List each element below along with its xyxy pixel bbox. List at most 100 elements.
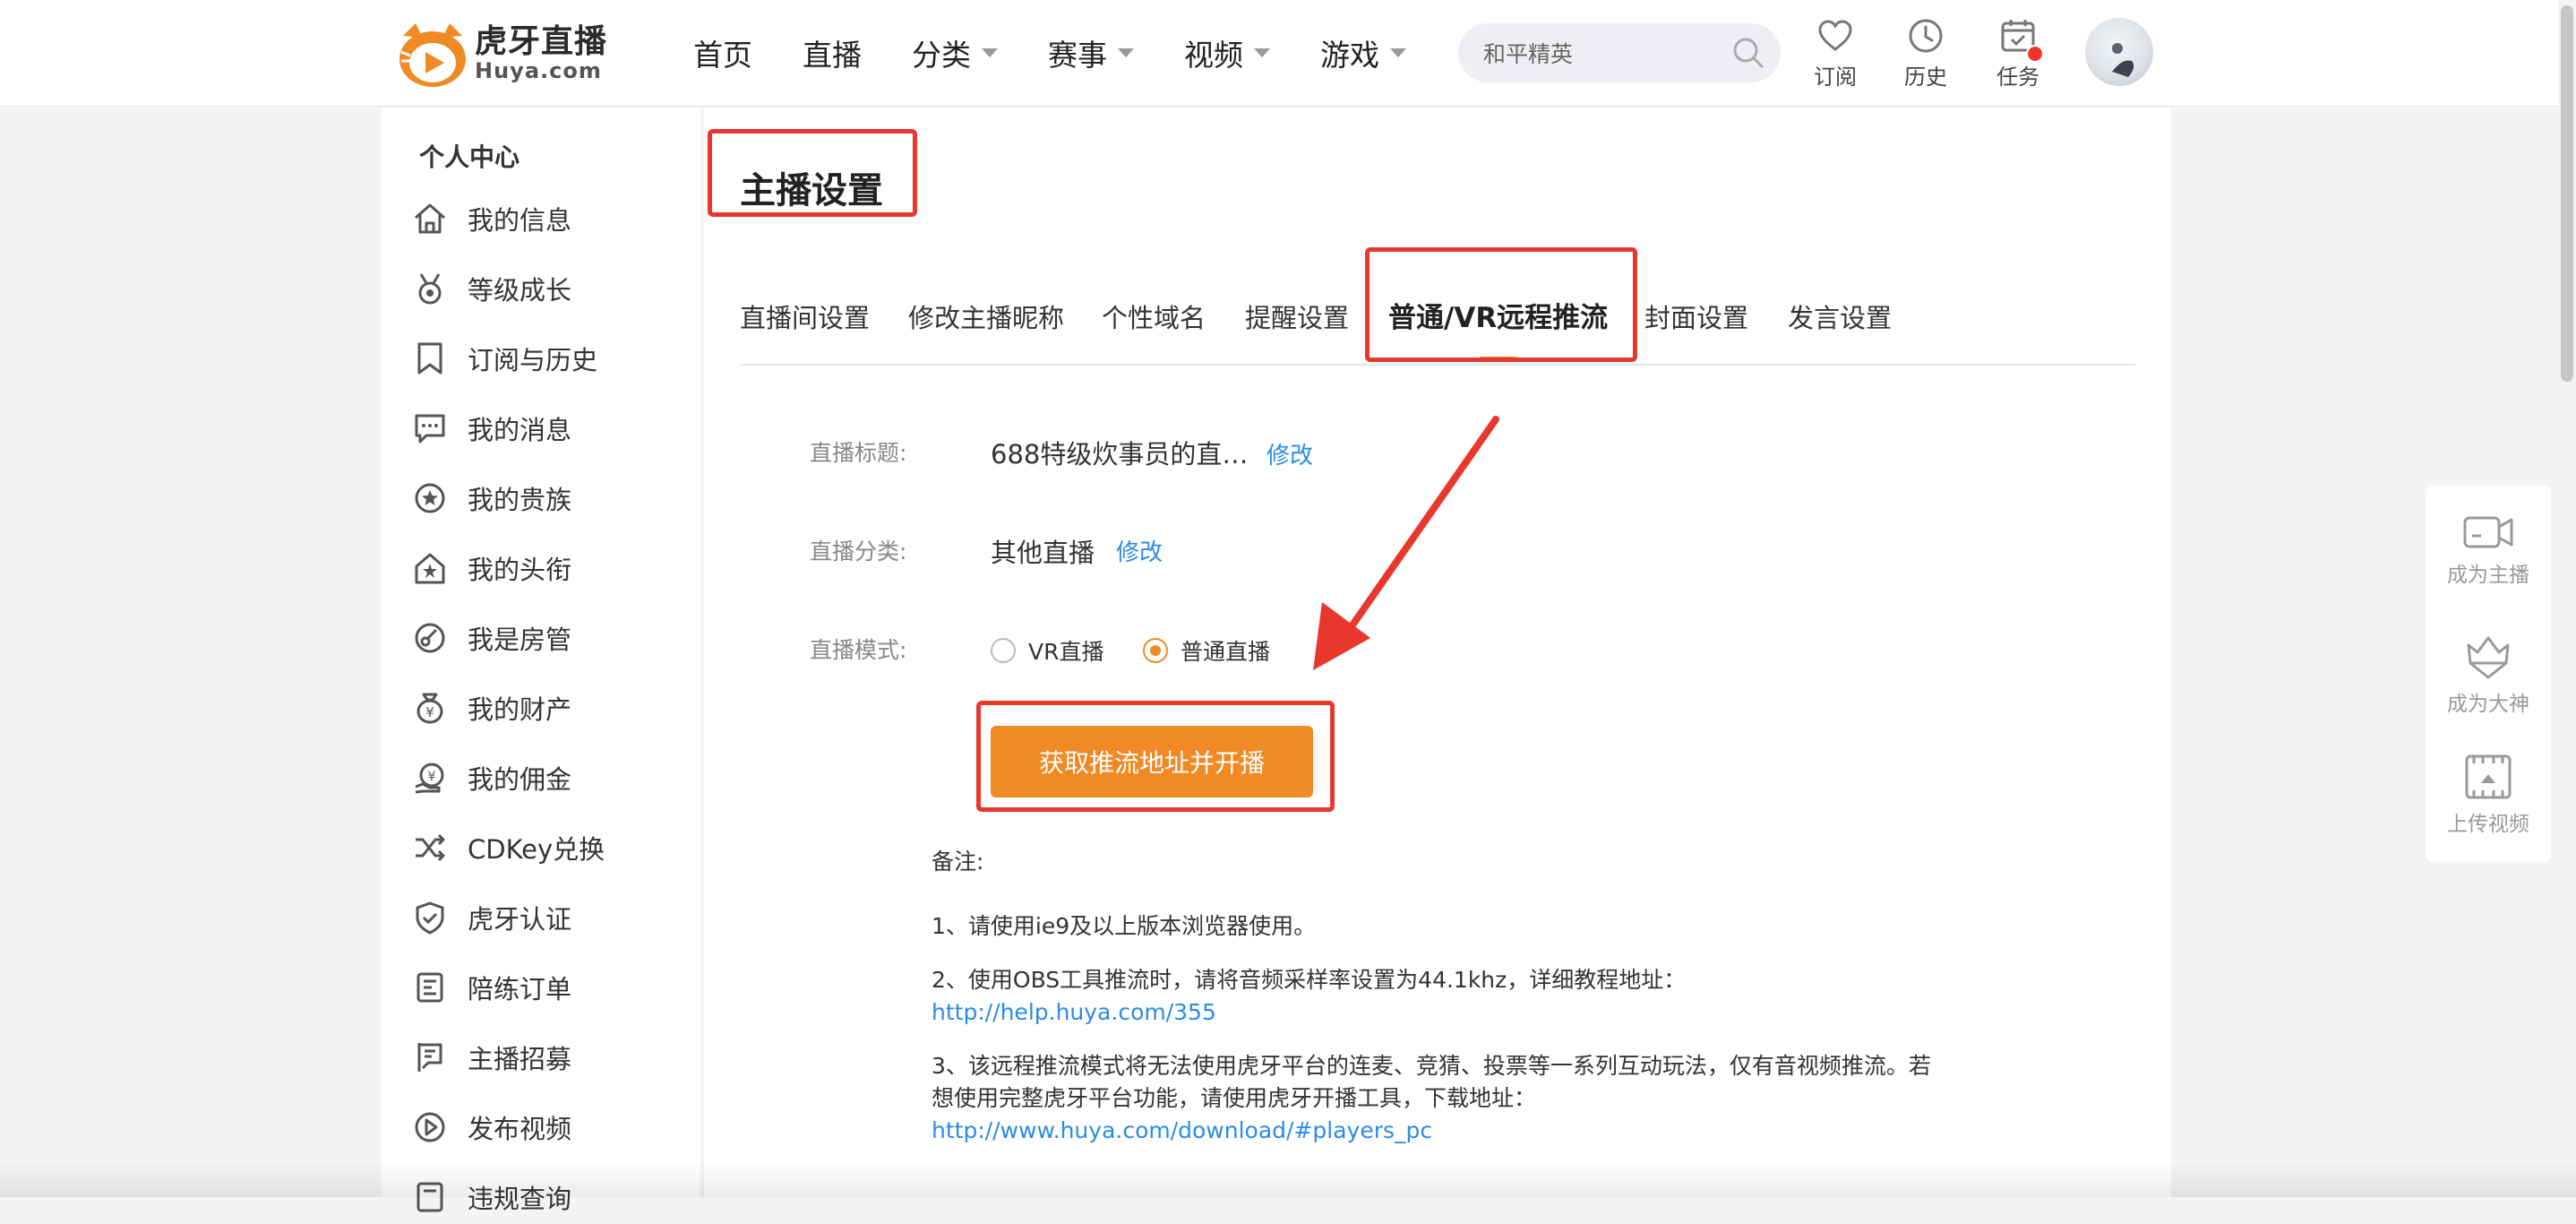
sidebar-item-messages[interactable]: 我的消息 [412,401,571,455]
sidebar-item-label: 我是房管 [468,625,572,655]
notes-heading: 备注: [932,849,984,875]
sidebar-item-assets[interactable]: ¥ 我的财产 [412,681,571,735]
upload-video-button[interactable]: 上传视频 [2426,753,2551,837]
tab-cover-settings[interactable]: 封面设置 [1644,283,1748,364]
upload-video-icon [2465,754,2512,799]
personal-center-sidebar: 个人中心 我的信息 等级成长 订阅与历史 我的消息 我的贵族 我的头衔 我是房管… [382,108,700,1214]
heart-icon [1818,20,1852,51]
radio-label: 普通直播 [1181,639,1271,665]
radio-normal-stream[interactable]: 普通直播 [1143,634,1270,667]
bookmark-icon [417,342,442,375]
nav-category[interactable]: 分类 [912,31,998,74]
tasks-label: 任务 [1996,65,2039,90]
main-content: 主播设置 直播间设置 修改主播昵称 个性域名 提醒设置 普通/VR远程推流 封面… [704,108,2171,1197]
radio-circle-checked [1143,638,1168,663]
history-button[interactable]: 历史 [1894,16,1957,91]
tiger-mascot-icon [396,20,469,88]
page-scrollbar[interactable] [2558,0,2576,1197]
stream-title-value: 688特级炊事员的直… [991,439,1249,470]
order-icon [416,972,443,1003]
sidebar-item-label: 我的贵族 [468,485,572,515]
sidebar-item-nobility[interactable]: 我的贵族 [412,471,571,525]
tab-label: 普通/VR远程推流 [1388,302,1609,334]
sidebar-title: 个人中心 [419,142,520,172]
sidebar-item-subscription-history[interactable]: 订阅与历史 [412,332,597,385]
sidebar-item-label: 发布视频 [468,1114,572,1144]
sidebar-item-violation-query[interactable]: 违规查询 [412,1170,571,1224]
search-input[interactable] [1481,23,1718,84]
tasks-button[interactable]: 任务 [1987,16,2049,91]
tab-remote-stream[interactable]: 普通/VR远程推流 [1388,283,1608,364]
nav-home-label: 首页 [693,38,752,73]
floating-action-panel: 成为主播 成为大神 上传视频 [2426,486,2551,862]
sidebar-item-label: 我的头衔 [468,555,572,585]
tab-label: 封面设置 [1644,303,1749,333]
clock-icon [1909,19,1943,53]
sidebar-item-title[interactable]: 我的头衔 [412,541,571,595]
money-bag-icon: ¥ [416,693,443,724]
sidebar-item-commission[interactable]: ¥ 我的佣金 [412,751,571,805]
note-line-3: 3、该远程推流模式将无法使用虎牙平台的连麦、竞猜、投票等一系列互动玩法，仅有音视… [932,1050,1953,1147]
search-icon[interactable] [1730,35,1766,71]
sidebar-item-streamer-recruit[interactable]: 主播招募 [412,1030,571,1084]
become-master-button[interactable]: 成为大神 [2426,631,2551,717]
sidebar-item-label: 我的财产 [468,694,572,725]
shield-check-icon [416,901,444,935]
scrollbar-thumb[interactable] [2561,5,2573,382]
logo-name-en: Huya.com [475,58,602,83]
tab-edit-nickname[interactable]: 修改主播昵称 [908,283,1064,364]
star-badge-icon [415,483,445,513]
svg-text:¥: ¥ [428,770,436,784]
edit-title-link[interactable]: 修改 [1267,437,1313,470]
tab-custom-domain[interactable]: 个性域名 [1102,283,1206,364]
tab-label: 发言设置 [1788,303,1893,333]
avatar[interactable] [2085,18,2153,86]
nav-video[interactable]: 视频 [1184,31,1270,74]
tab-chat-settings[interactable]: 发言设置 [1788,283,1892,364]
subscribe-label: 订阅 [1814,65,1857,90]
medal-icon [418,273,442,305]
radio-vr-stream[interactable]: VR直播 [991,634,1103,667]
become-streamer-button[interactable]: 成为主播 [2426,513,2551,588]
tab-label: 个性域名 [1102,303,1206,333]
obs-tutorial-link[interactable]: http://help.huya.com/355 [932,999,1216,1025]
sidebar-item-coaching-orders[interactable]: 陪练订单 [412,961,571,1014]
history-label: 历史 [1904,65,1947,90]
svg-text:¥: ¥ [425,704,434,720]
page-title: 主播设置 [740,170,883,211]
get-stream-url-button[interactable]: 获取推流地址并开播 [991,726,1313,797]
sidebar-item-label: 我的信息 [468,205,572,236]
nav-live[interactable]: 直播 [803,31,862,74]
sidebar-item-label: 虎牙认证 [468,904,572,935]
download-tool-link[interactable]: http://www.huya.com/download/#players_pc [932,1117,1432,1143]
chevron-down-icon [982,48,998,57]
sidebar-item-verification[interactable]: 虎牙认证 [412,891,571,944]
chevron-down-icon [1390,48,1406,57]
chevron-down-icon [1254,48,1270,57]
tab-room-settings[interactable]: 直播间设置 [740,283,870,364]
nav-video-label: 视频 [1184,38,1243,73]
top-navigation-bar: 虎牙直播 Huya.com 首页 直播 分类 赛事 视频 游戏 订阅 历史 任务 [0,0,2576,107]
huya-logo[interactable]: 虎牙直播 Huya.com [396,20,607,88]
edit-category-link[interactable]: 修改 [1116,534,1163,567]
subscribe-button[interactable]: 订阅 [1804,16,1867,91]
tab-reminder-settings[interactable]: 提醒设置 [1245,283,1349,364]
float-label: 成为主播 [2447,564,2529,587]
sidebar-item-room-manager[interactable]: 我是房管 [412,611,571,665]
tab-label: 修改主播昵称 [908,303,1065,333]
nav-games[interactable]: 游戏 [1320,31,1406,74]
commission-icon: ¥ [415,763,444,794]
float-label: 成为大神 [2447,693,2529,716]
sidebar-item-level[interactable]: 等级成长 [412,262,571,315]
tab-label: 提醒设置 [1245,303,1350,333]
sidebar-item-publish-video[interactable]: 发布视频 [412,1100,571,1154]
home-icon [415,203,445,234]
stream-category-label: 直播分类: [810,539,907,565]
shuffle-icon [416,833,445,862]
sidebar-item-label: 我的消息 [468,415,572,445]
sidebar-item-cdkey[interactable]: CDKey兑换 [412,821,605,875]
nav-events[interactable]: 赛事 [1048,31,1134,74]
sidebar-item-my-info[interactable]: 我的信息 [412,192,571,246]
note-line-3-text: 3、该远程推流模式将无法使用虎牙平台的连麦、竞猜、投票等一系列互动玩法，仅有音视… [932,1053,1931,1111]
nav-home[interactable]: 首页 [693,31,752,74]
